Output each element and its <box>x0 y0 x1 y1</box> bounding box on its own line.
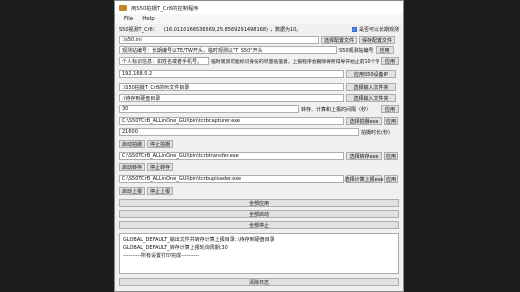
select-config-button[interactable]: 选择配置文件 <box>321 36 357 44</box>
personal-apply-button[interactable]: 应用 <box>381 57 399 65</box>
log-line: GLOBAL_DEFAULT_转存计算上报轮询周期:30 <box>123 245 228 251</box>
menu-file[interactable]: File <box>124 16 133 22</box>
ip-row: 192.168.0.2 应用S50设备IP <box>119 70 399 78</box>
uploader-apply-button[interactable]: 应用 <box>384 175 398 183</box>
interval-apply-button[interactable]: 应用 <box>381 105 399 113</box>
start-transfer-button[interactable]: 启动转存 <box>119 163 145 171</box>
capture-controls-row: 启动拍摄 停止拍摄 <box>119 140 399 148</box>
stop-all-button[interactable]: 全部停止 <box>119 221 399 229</box>
log-line: GLOBAL_DEFAULT_输出文件共转存计算上报目录:.\待存到硬盘目录 <box>123 237 275 243</box>
observation-id-field[interactable]: 观测站编号：长期编号以TE/TW开头，临时观测以"T_S50"开头 <box>119 46 337 54</box>
log-panel[interactable]: GLOBAL_DEFAULT_输出文件共转存计算上报目录:.\待存到硬盘目录 G… <box>119 233 399 274</box>
config-path-field[interactable]: .\s50.ini <box>119 36 319 44</box>
title-bar: 用S50拍摄T_Cr8的控制程序 <box>115 1 403 14</box>
apply-ip-button[interactable]: 应用S50设备IP <box>346 70 396 78</box>
long-term-checkbox-label: 是否可以长期观测 <box>358 27 399 33</box>
capturer-path-field[interactable]: C:\S50TCrB_ALLinOne_GUI\bin\tcrbcapturer… <box>119 117 344 125</box>
interval-label: 转存、计算和上报的间隔（秒） <box>301 106 372 113</box>
capture-duration-field[interactable]: 21600 <box>119 128 359 136</box>
observation-id-label: S50观测站编号 <box>339 47 374 54</box>
app-icon <box>119 4 127 11</box>
long-term-checkbox[interactable]: ✓ <box>351 27 357 32</box>
observation-apply-button[interactable]: 应用 <box>375 46 394 54</box>
start-all-button[interactable]: 全部启动 <box>119 210 399 218</box>
select-uploader-button[interactable]: 选择计算上报exe <box>345 175 383 183</box>
uploader-row: C:\S50TCrB_ALLinOne_GUI\bin\tcrbuploader… <box>119 175 399 183</box>
save-config-button[interactable]: 保存配置文件 <box>359 36 395 44</box>
capture-duration-label: 拍摄时长(秒) <box>361 129 390 136</box>
select-output-dir-button[interactable]: 选择输入文件夹 <box>346 94 396 102</box>
input-dir-row: .\S50拍摄T_Cr8的fit文件目录 选择输入文件夹 <box>119 83 399 91</box>
capturer-row: C:\S50TCrB_ALLinOne_GUI\bin\tcrbcapturer… <box>119 117 399 125</box>
input-dir-field[interactable]: .\S50拍摄T_Cr8的fit文件目录 <box>119 83 344 91</box>
transfer-controls-row: 启动转存 停止转存 <box>119 163 399 171</box>
personal-info-field[interactable]: 个人标识信息：如姓名或者手机号。 <box>119 57 209 65</box>
apply-all-button[interactable]: 全部应用 <box>119 199 399 207</box>
stop-transfer-button[interactable]: 停止转存 <box>147 163 173 171</box>
clear-log-button[interactable]: 清除日志 <box>119 278 399 286</box>
start-capture-button[interactable]: 启动拍摄 <box>119 140 145 148</box>
select-capturer-button[interactable]: 选择拍摄exe <box>346 117 382 125</box>
window-title: 用S50拍摄T_Cr8的控制程序 <box>131 5 199 12</box>
menu-help[interactable]: Help <box>142 16 155 22</box>
start-upload-button[interactable]: 启动上报 <box>119 187 145 195</box>
stop-upload-button[interactable]: 停止上报 <box>147 187 173 195</box>
log-line: ----------所有设置打印完成---------- <box>123 253 200 259</box>
output-dir-row: .\待存到硬盘目录 选择输入文件夹 <box>119 94 399 102</box>
menu-bar: File Help <box>115 14 403 24</box>
coords-label: S50视测T_Cr8： <box>119 27 158 33</box>
transfer-apply-button[interactable]: 应用 <box>384 152 398 160</box>
select-input-dir-button[interactable]: 选择输入文件夹 <box>346 83 396 91</box>
select-transfer-button[interactable]: 选择转存exe <box>346 152 382 160</box>
personal-info-note: 临时观测可能标识身份的尽量低值意，上报程序会删除将所得导开始止前10个字符 <box>211 59 379 65</box>
config-row: .\s50.ini 选择配置文件 保存配置文件 <box>119 36 399 44</box>
coords-row: S50视测T_Cr8： (16.0110166536569,25.8569291… <box>119 26 399 34</box>
observation-row: 观测站编号：长期编号以TE/TW开头，临时观测以"T_S50"开头 S50观测站… <box>119 46 399 54</box>
coords-value: (16.0110166536569,25.8569291498168) <box>163 26 268 33</box>
uploader-path-field[interactable]: C:\S50TCrB_ALLinOne_GUI\bin\tcrbuploader… <box>119 175 344 183</box>
capturer-apply-button[interactable]: 应用 <box>384 117 398 125</box>
stop-capture-button[interactable]: 停止拍摄 <box>147 140 173 148</box>
upload-controls-row: 启动上报 停止上报 <box>119 187 399 195</box>
main-window: 用S50拍摄T_Cr8的控制程序 File Help S50视测T_Cr8： (… <box>114 0 404 292</box>
personal-row: 个人标识信息：如姓名或者手机号。 临时观测可能标识身份的尽量低值意，上报程序会删… <box>119 57 399 65</box>
capture-duration-row: 21600 拍摄时长(秒) <box>119 128 399 136</box>
interval-row: 30 转存、计算和上报的间隔（秒） 应用 <box>119 105 399 113</box>
output-dir-field[interactable]: .\待存到硬盘目录 <box>119 94 344 102</box>
ip-field[interactable]: 192.168.0.2 <box>119 70 344 78</box>
transfer-row: C:\S50TCrB_ALLinOne_GUI\bin\tcrbtransfer… <box>119 152 399 160</box>
coords-hint: ，数据为10。 <box>269 27 302 33</box>
interval-field[interactable]: 30 <box>119 105 299 113</box>
transfer-path-field[interactable]: C:\S50TCrB_ALLinOne_GUI\bin\tcrbtransfer… <box>119 152 344 160</box>
